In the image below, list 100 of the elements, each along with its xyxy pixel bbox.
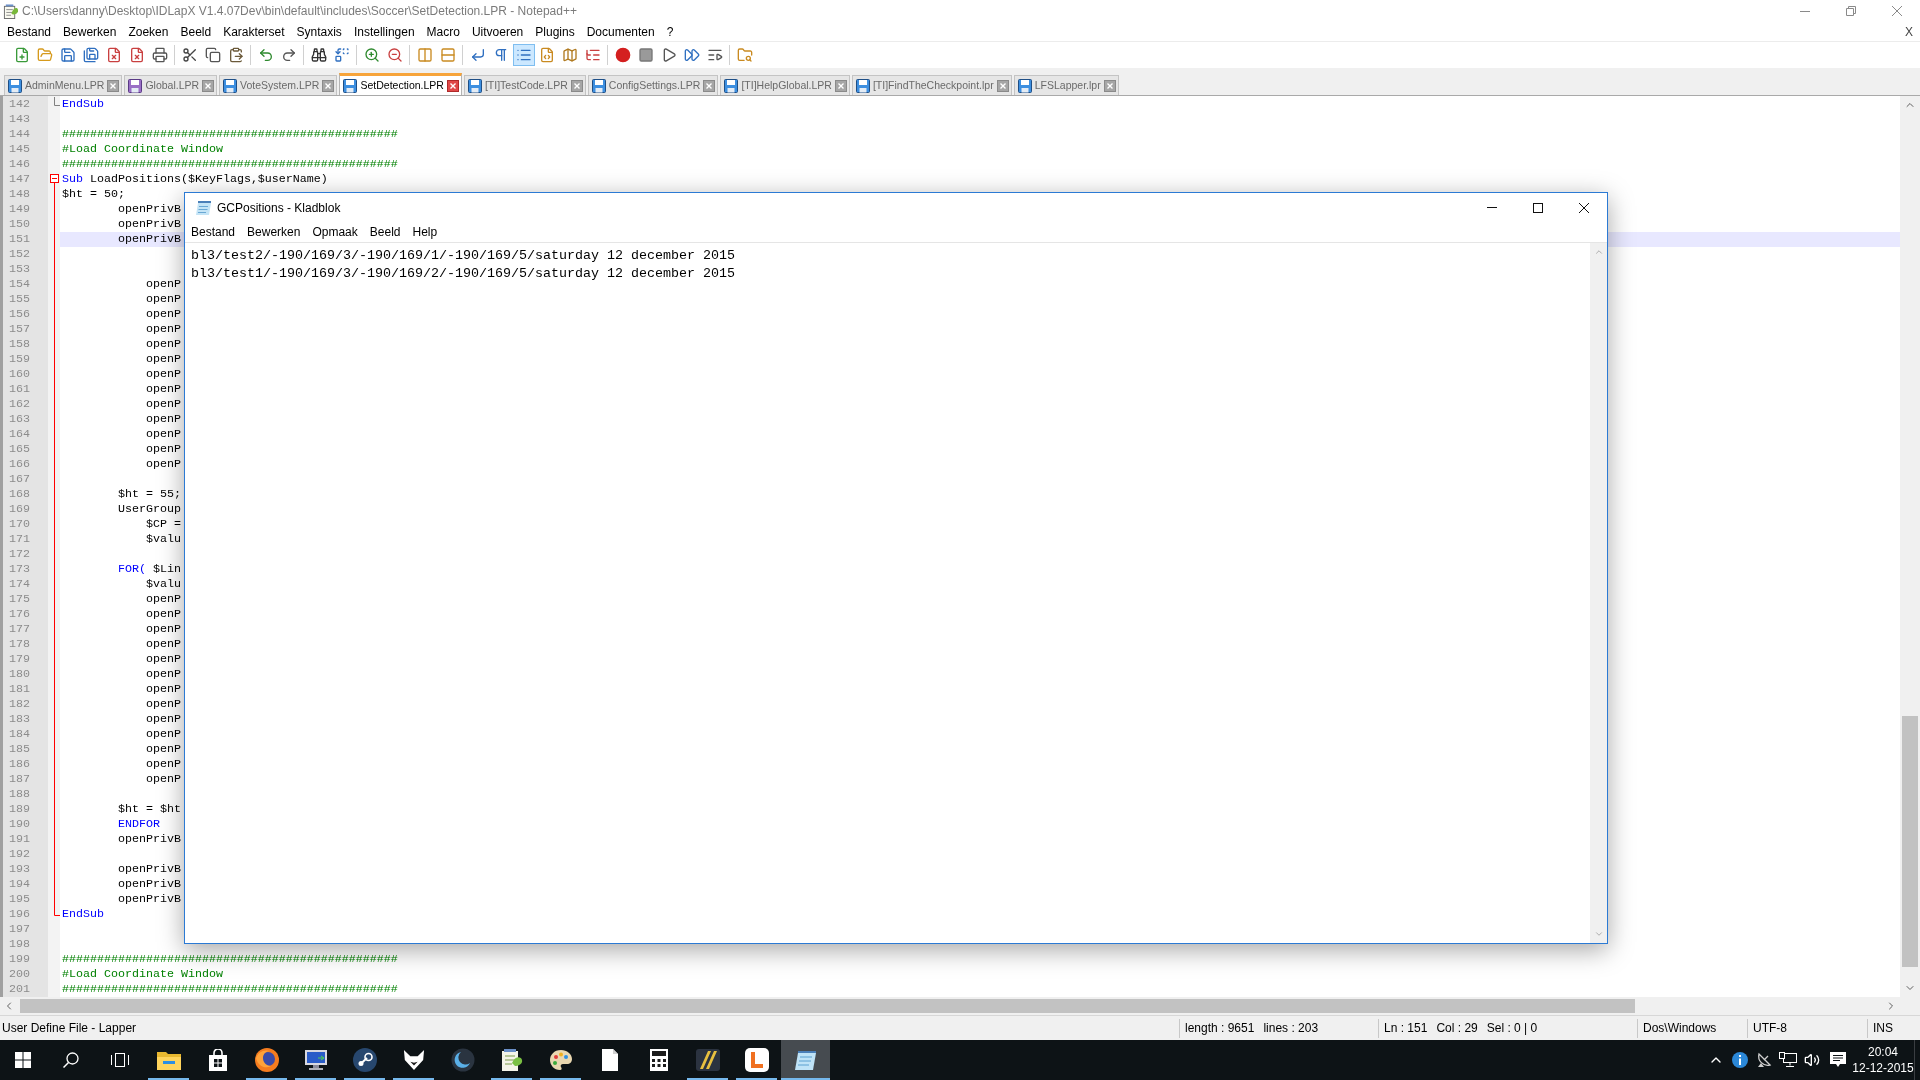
status-text: lines : 203 [1263, 1020, 1319, 1037]
zoom-in-icon[interactable] [363, 47, 380, 63]
menu-item[interactable]: Opmaak [306, 222, 364, 242]
windows-logo-icon[interactable] [15, 1052, 31, 1068]
line-number: 146 [8, 157, 30, 172]
tab[interactable]: [TI]TestCode.LPR [463, 75, 586, 95]
redo-arrow-icon[interactable] [280, 47, 297, 63]
line-number: 156 [8, 307, 30, 322]
code-line: openP [145, 442, 181, 457]
return-arrow-icon[interactable] [469, 47, 486, 63]
record-icon[interactable] [614, 47, 631, 63]
fold-minus-icon[interactable] [50, 172, 59, 187]
tab[interactable]: Global.LPR [124, 75, 218, 95]
list-icon[interactable] [512, 44, 535, 66]
tab[interactable]: [TI]HelpGlobal.LPR [720, 75, 850, 95]
menu-item[interactable]: Bewerken [57, 22, 123, 41]
restore-icon[interactable] [1846, 6, 1856, 16]
close-icon[interactable] [1579, 202, 1589, 213]
line-number: 155 [8, 292, 30, 307]
notebook-icon [500, 1048, 523, 1072]
clipboard-icon[interactable] [227, 47, 244, 63]
menu-item[interactable]: Uitvoeren [465, 22, 530, 41]
menu-item[interactable]: Macro [420, 22, 466, 41]
volume-icon[interactable] [1804, 1052, 1820, 1068]
menu-item[interactable]: Help [406, 222, 444, 242]
file-x-icon[interactable] [105, 47, 122, 63]
close-icon[interactable] [446, 79, 459, 92]
scissors-icon[interactable] [181, 47, 198, 63]
stop-icon[interactable] [637, 47, 654, 63]
printer-icon[interactable] [151, 47, 168, 63]
notification-icon[interactable] [1830, 1052, 1846, 1068]
code-line: openP [145, 697, 181, 712]
menu-item[interactable]: ? [660, 22, 680, 41]
tab[interactable]: LFSLapper.lpr [1013, 75, 1119, 95]
scrollbar-thumb[interactable] [1902, 716, 1918, 967]
network-icon[interactable] [1779, 1052, 1797, 1068]
tab[interactable]: [TI]FindTheCheckpoint.lpr [851, 75, 1012, 95]
status-text: UTF-8 [1753, 1020, 1787, 1037]
line-number: 144 [8, 127, 30, 142]
code-line: openP [145, 742, 181, 757]
tab[interactable]: VoteSystem.LPR [219, 75, 338, 95]
folder-search-icon[interactable] [736, 47, 753, 63]
satellite-dish-icon[interactable] [1756, 1052, 1772, 1068]
menu-item[interactable]: Bestand [185, 222, 242, 242]
minimize-icon[interactable] [1800, 10, 1810, 12]
code-line: openP [145, 382, 181, 397]
code-line: $ht = 55; [117, 487, 181, 502]
status-text: Col : 29 [1436, 1020, 1478, 1037]
playlist-icon[interactable] [706, 47, 723, 63]
tab[interactable]: ConfigSettings.LPR [587, 75, 719, 95]
text-area[interactable]: bl3/test2/-190/169/3/-190/169/1/-190/169/5/saturday 12 december 2015 bl3/test1/-190/169/3/-190/169/2/-190/169/5/saturday 12 december 2015 [185, 243, 1590, 943]
menu-item[interactable]: Documenten [580, 22, 661, 41]
menu-item[interactable]: Beeld [363, 222, 407, 242]
menu-item[interactable]: Instellingen [347, 22, 421, 41]
close-document-button[interactable]: X [1903, 22, 1915, 41]
file-plus-icon[interactable] [13, 47, 30, 63]
code-line: openP [145, 277, 181, 292]
line-number: 166 [8, 457, 30, 472]
line-number: 183 [8, 712, 30, 727]
undo-arrow-icon[interactable] [257, 47, 274, 63]
scrollbar-thumb[interactable] [20, 999, 1635, 1013]
maximize-icon[interactable] [1533, 202, 1543, 213]
binoculars-icon[interactable] [310, 47, 327, 63]
code-line: openP [145, 682, 181, 697]
tab[interactable]: AdminMenu.LPR [4, 75, 123, 95]
task-view-icon[interactable] [111, 1053, 129, 1067]
line-number: 171 [8, 532, 30, 547]
code-line: openPrivB [117, 202, 181, 217]
menu-item[interactable]: Zoeken [122, 22, 175, 41]
tab[interactable]: SetDetection.LPR [339, 73, 462, 95]
zoom-out-icon[interactable] [386, 47, 403, 63]
menu-item[interactable]: Karakterset [217, 22, 291, 41]
taskbar-button[interactable] [781, 1040, 830, 1080]
code-line: openPrivB [117, 832, 181, 847]
menu-item[interactable]: Syntaxis [290, 22, 348, 41]
fast-forward-icon[interactable] [683, 47, 700, 63]
copy-icon[interactable] [204, 47, 221, 63]
code-file-icon[interactable] [538, 47, 555, 63]
map-icon[interactable] [561, 47, 578, 63]
columns-icon[interactable] [416, 47, 433, 63]
list-tree-icon[interactable] [584, 47, 601, 63]
line-number: 191 [8, 832, 30, 847]
search-icon[interactable] [63, 1052, 79, 1068]
code-line: $valu [145, 532, 181, 547]
replace-icon[interactable] [333, 47, 350, 63]
code-line: openP [145, 607, 181, 622]
file-x-icon[interactable] [128, 47, 145, 63]
vertical-scrollbar[interactable] [1900, 96, 1920, 997]
menu-item[interactable]: Bewerken [241, 222, 307, 242]
code-line: openP [145, 367, 181, 382]
info-icon[interactable] [1732, 1052, 1748, 1068]
text-line: bl3/test1/-190/169/3/-190/169/2/-190/169/5/saturday 12 december 2015 [191, 265, 735, 283]
line-number: 151 [8, 232, 30, 247]
rows-icon[interactable] [439, 47, 456, 63]
menu-item[interactable]: Beeld [174, 22, 218, 41]
window-title: GCPositions - Kladblok [217, 199, 341, 217]
menu-item[interactable]: Plugins [529, 22, 581, 41]
menu-item[interactable]: Bestand [1, 22, 58, 41]
floppy-disks-icon[interactable] [82, 47, 99, 63]
code-line: openPrivB [117, 877, 181, 892]
